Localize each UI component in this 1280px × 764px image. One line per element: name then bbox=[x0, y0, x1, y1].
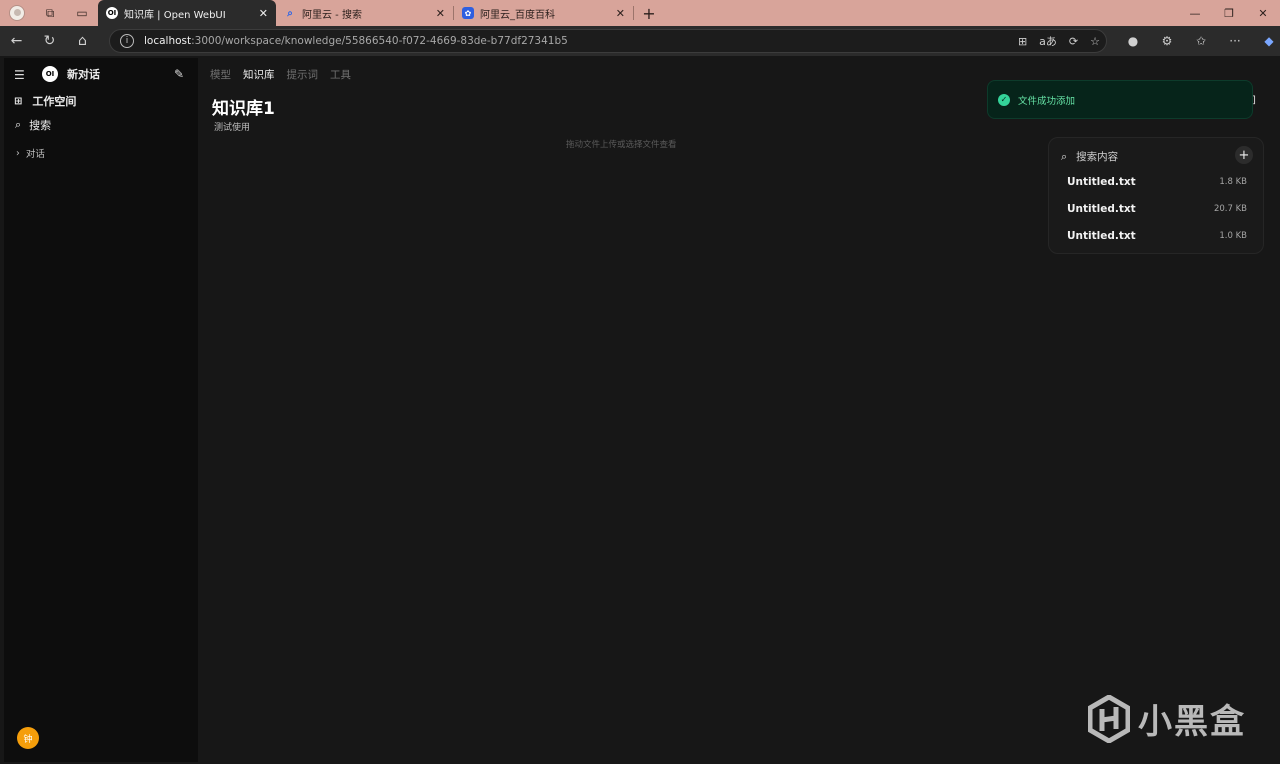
new-tab-button[interactable]: + bbox=[634, 0, 664, 26]
file-size: 1.8 KB bbox=[1219, 177, 1247, 187]
file-item[interactable]: Untitled.txt 1.8 KB bbox=[1067, 176, 1247, 188]
section-label: 对话 bbox=[25, 149, 45, 160]
knowledge-description[interactable]: 测试使用 bbox=[214, 120, 250, 133]
address-bar[interactable]: i localhost:3000/workspace/knowledge/558… bbox=[109, 29, 1107, 53]
tab-title: 阿里云_百度百科 bbox=[480, 9, 555, 21]
user-avatar[interactable]: 钟 bbox=[17, 727, 39, 749]
chevron-right-icon: › bbox=[16, 147, 20, 159]
search-icon: ⌕ bbox=[1061, 149, 1068, 163]
sidebar-item-search[interactable]: ⌕ 搜索 bbox=[15, 117, 51, 133]
file-size: 1.0 KB bbox=[1219, 231, 1247, 241]
success-toast: ✓ 文件成功添加 bbox=[987, 80, 1253, 119]
sidebar-item-label: 搜索 bbox=[29, 119, 52, 132]
tab-actions-icon[interactable]: ▭ bbox=[66, 0, 98, 26]
file-size: 20.7 KB bbox=[1213, 204, 1247, 214]
site-info-icon[interactable]: i bbox=[120, 34, 134, 48]
extensions-icon[interactable]: ⚙ bbox=[1150, 34, 1184, 48]
file-name: Untitled.txt bbox=[1067, 176, 1136, 188]
tab-models[interactable]: 模型 bbox=[210, 67, 231, 82]
sidebar-item-label: 工作空间 bbox=[32, 95, 77, 108]
favorites-icon[interactable]: ✩ bbox=[1184, 34, 1218, 48]
url-host: localhost bbox=[144, 35, 192, 47]
check-circle-icon: ✓ bbox=[998, 93, 1010, 106]
xiaoheihe-logo-icon bbox=[1088, 694, 1130, 743]
file-name: Untitled.txt bbox=[1067, 203, 1136, 215]
address-bar-actions: ⊞ aあ ⟳ ☆ bbox=[1018, 30, 1100, 52]
tab-title: 知识库 | Open WebUI bbox=[124, 9, 226, 21]
sidebar-toggle-icon[interactable]: ☰ bbox=[14, 68, 25, 82]
files-search[interactable]: ⌕ 搜索内容 bbox=[1061, 149, 1118, 164]
workspace-tabs: 模型 知识库 提示词 工具 bbox=[210, 67, 351, 82]
tab-knowledge[interactable]: 知识库 bbox=[243, 67, 275, 82]
extension-circle-icon[interactable]: ● bbox=[1116, 34, 1150, 48]
close-tab-icon[interactable]: ✕ bbox=[436, 7, 445, 20]
toast-message: 文件成功添加 bbox=[1018, 95, 1076, 107]
minimize-icon[interactable]: — bbox=[1178, 0, 1212, 26]
workspaces-icon[interactable]: ⧉ bbox=[34, 0, 66, 26]
new-chat-label: 新对话 bbox=[67, 68, 100, 81]
tab-tools[interactable]: 工具 bbox=[330, 67, 351, 82]
tab-open-webui[interactable]: OI 知识库 | Open WebUI ✕ bbox=[98, 0, 276, 26]
browser-extensions: ● ⚙ ✩ ··· ◆ bbox=[1116, 26, 1280, 56]
window-controls: — ❐ ✕ bbox=[1178, 0, 1280, 26]
restore-icon[interactable]: ❐ bbox=[1212, 0, 1246, 26]
url-path: :3000/workspace/knowledge/55866540-f072-… bbox=[191, 35, 568, 47]
split-screen-icon[interactable]: ⊞ bbox=[1018, 35, 1027, 48]
grid-icon: ⊞ bbox=[14, 95, 23, 107]
close-window-icon[interactable]: ✕ bbox=[1246, 0, 1280, 26]
profile-button[interactable] bbox=[0, 0, 34, 26]
watermark-text: 小黑盒 bbox=[1138, 702, 1246, 742]
home-icon[interactable]: ⌂ bbox=[66, 26, 99, 56]
more-menu-icon[interactable]: ··· bbox=[1218, 34, 1252, 48]
knowledge-title[interactable]: 知识库1 bbox=[212, 94, 275, 119]
browser-tab-strip: ⧉ ▭ OI 知识库 | Open WebUI ✕ ⌕ 阿里云 - 搜索 ✕ ✿… bbox=[0, 0, 1280, 26]
tab-aliyun-search[interactable]: ⌕ 阿里云 - 搜索 ✕ bbox=[276, 0, 453, 26]
profile-avatar-icon bbox=[9, 5, 25, 21]
reload-icon[interactable]: ↻ bbox=[33, 26, 66, 56]
baidu-paw-favicon-icon: ✿ bbox=[462, 7, 474, 19]
refresh-page-icon[interactable]: ⟳ bbox=[1069, 35, 1078, 48]
xiaoheihe-watermark: 小黑盒 bbox=[1088, 694, 1246, 743]
back-icon[interactable]: ← bbox=[0, 26, 33, 56]
file-item[interactable]: Untitled.txt 1.0 KB bbox=[1067, 230, 1247, 242]
sidebar-item-workspace[interactable]: ⊞ 工作空间 bbox=[14, 93, 76, 109]
openwebui-favicon-icon: OI bbox=[106, 7, 118, 19]
sidebar: ☰ OI 新对话 ✎ ⊞ 工作空间 ⌕ 搜索 › 对话 钟 bbox=[4, 58, 198, 762]
add-content-button[interactable]: + bbox=[1235, 146, 1253, 164]
sidebar-chats-section[interactable]: › 对话 bbox=[16, 146, 45, 161]
read-aloud-icon[interactable]: aあ bbox=[1039, 33, 1057, 49]
drop-zone-hint: 拖动文件上传或选择文件查看 bbox=[566, 140, 677, 150]
browser-toolbar: ← ↻ ⌂ i localhost:3000/workspace/knowled… bbox=[0, 26, 1280, 56]
tab-prompts[interactable]: 提示词 bbox=[287, 67, 319, 82]
new-chat-button[interactable]: OI 新对话 bbox=[42, 66, 100, 82]
file-item[interactable]: Untitled.txt 20.7 KB bbox=[1067, 203, 1247, 215]
openwebui-logo-icon: OI bbox=[42, 66, 58, 82]
search-placeholder: 搜索内容 bbox=[1076, 151, 1119, 163]
search-icon: ⌕ bbox=[15, 118, 22, 131]
sidebar-panel-icon[interactable]: ] bbox=[1252, 95, 1262, 113]
knowledge-files-panel: ⌕ 搜索内容 + Untitled.txt 1.8 KB Untitled.tx… bbox=[1048, 137, 1264, 254]
favorite-star-icon[interactable]: ☆ bbox=[1090, 35, 1100, 48]
tab-title: 阿里云 - 搜索 bbox=[302, 9, 362, 21]
close-tab-icon[interactable]: ✕ bbox=[616, 7, 625, 20]
close-tab-icon[interactable]: ✕ bbox=[259, 7, 268, 20]
tab-aliyun-baike[interactable]: ✿ 阿里云_百度百科 ✕ bbox=[454, 0, 633, 26]
search-favicon-icon: ⌕ bbox=[287, 7, 293, 19]
file-name: Untitled.txt bbox=[1067, 230, 1136, 242]
copilot-icon[interactable]: ◆ bbox=[1252, 34, 1280, 48]
compose-icon[interactable]: ✎ bbox=[174, 67, 184, 81]
